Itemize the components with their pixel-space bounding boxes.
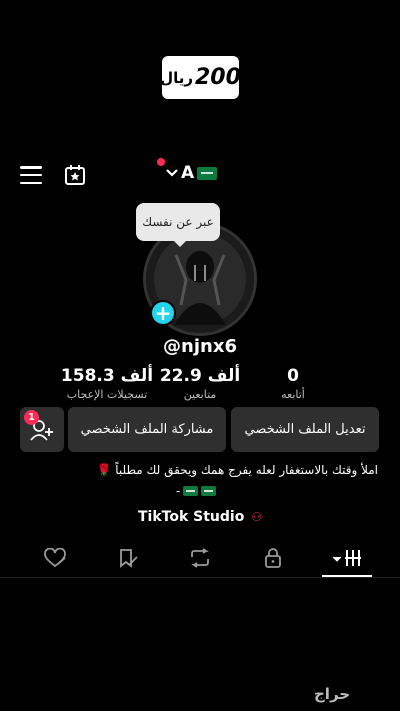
bio-tooltip[interactable]: عبر عن نفسك xyxy=(136,203,220,247)
username: @njnx6 xyxy=(163,336,237,357)
bookmark-icon xyxy=(120,549,138,568)
edit-profile-button[interactable]: تعديل الملف الشخصي xyxy=(231,407,379,452)
profile-tabs xyxy=(0,543,400,578)
notification-dot xyxy=(157,158,165,166)
likes-stat[interactable]: 158.3 ألف تسجيلات الإعجاب xyxy=(52,366,162,401)
account-switcher[interactable]: A xyxy=(166,163,218,183)
tooltip-text: عبر عن نفسك xyxy=(142,215,214,229)
tab-videos[interactable] xyxy=(332,547,362,569)
studio-icon: ⚇ xyxy=(251,510,262,524)
likes-count: 158.3 ألف xyxy=(60,366,154,386)
studio-label: TikTok Studio xyxy=(138,509,245,525)
bio-text: املأ وقتك بالاستغفار لعله يفرج همك ويحقق… xyxy=(96,463,378,477)
tab-reposts[interactable] xyxy=(185,547,215,569)
price-amount: 200 xyxy=(195,65,241,90)
price-badge: ريال 200 xyxy=(160,56,241,99)
repost-icon xyxy=(191,548,209,568)
tab-private[interactable] xyxy=(258,547,288,569)
bio-dash: - xyxy=(176,484,181,498)
friend-request-badge: 1 xyxy=(24,410,39,425)
plus-icon: + xyxy=(154,301,172,325)
active-tab-indicator xyxy=(322,575,372,577)
chevron-down-icon xyxy=(166,169,178,177)
saudi-flag-icon xyxy=(197,166,218,180)
tab-liked[interactable] xyxy=(40,547,70,569)
price-currency: ريال xyxy=(160,68,193,87)
bio-line-2: - xyxy=(176,484,217,498)
lock-icon xyxy=(265,548,281,568)
likes-label: تسجيلات الإعجاب xyxy=(66,388,148,401)
share-profile-button[interactable]: مشاركة الملف الشخصي xyxy=(68,407,226,452)
saudi-flag-icon xyxy=(183,486,199,496)
saudi-flag-icon xyxy=(201,486,217,496)
haraj-watermark: حراج xyxy=(314,685,351,703)
profile-stats: 0 أتابعه 22.9 ألف متابعين 158.3 ألف تسجي… xyxy=(0,366,400,406)
account-initial: A xyxy=(181,163,195,183)
tiktok-studio-link[interactable]: TikTok Studio ⚇ xyxy=(0,509,400,525)
videos-grid-icon xyxy=(332,550,361,566)
hamburger-menu-icon[interactable] xyxy=(20,166,42,184)
calendar-star-icon[interactable] xyxy=(63,163,87,187)
add-avatar-button[interactable]: + xyxy=(150,300,176,326)
tab-favorites[interactable] xyxy=(113,547,143,569)
liked-heart-icon xyxy=(44,548,66,568)
